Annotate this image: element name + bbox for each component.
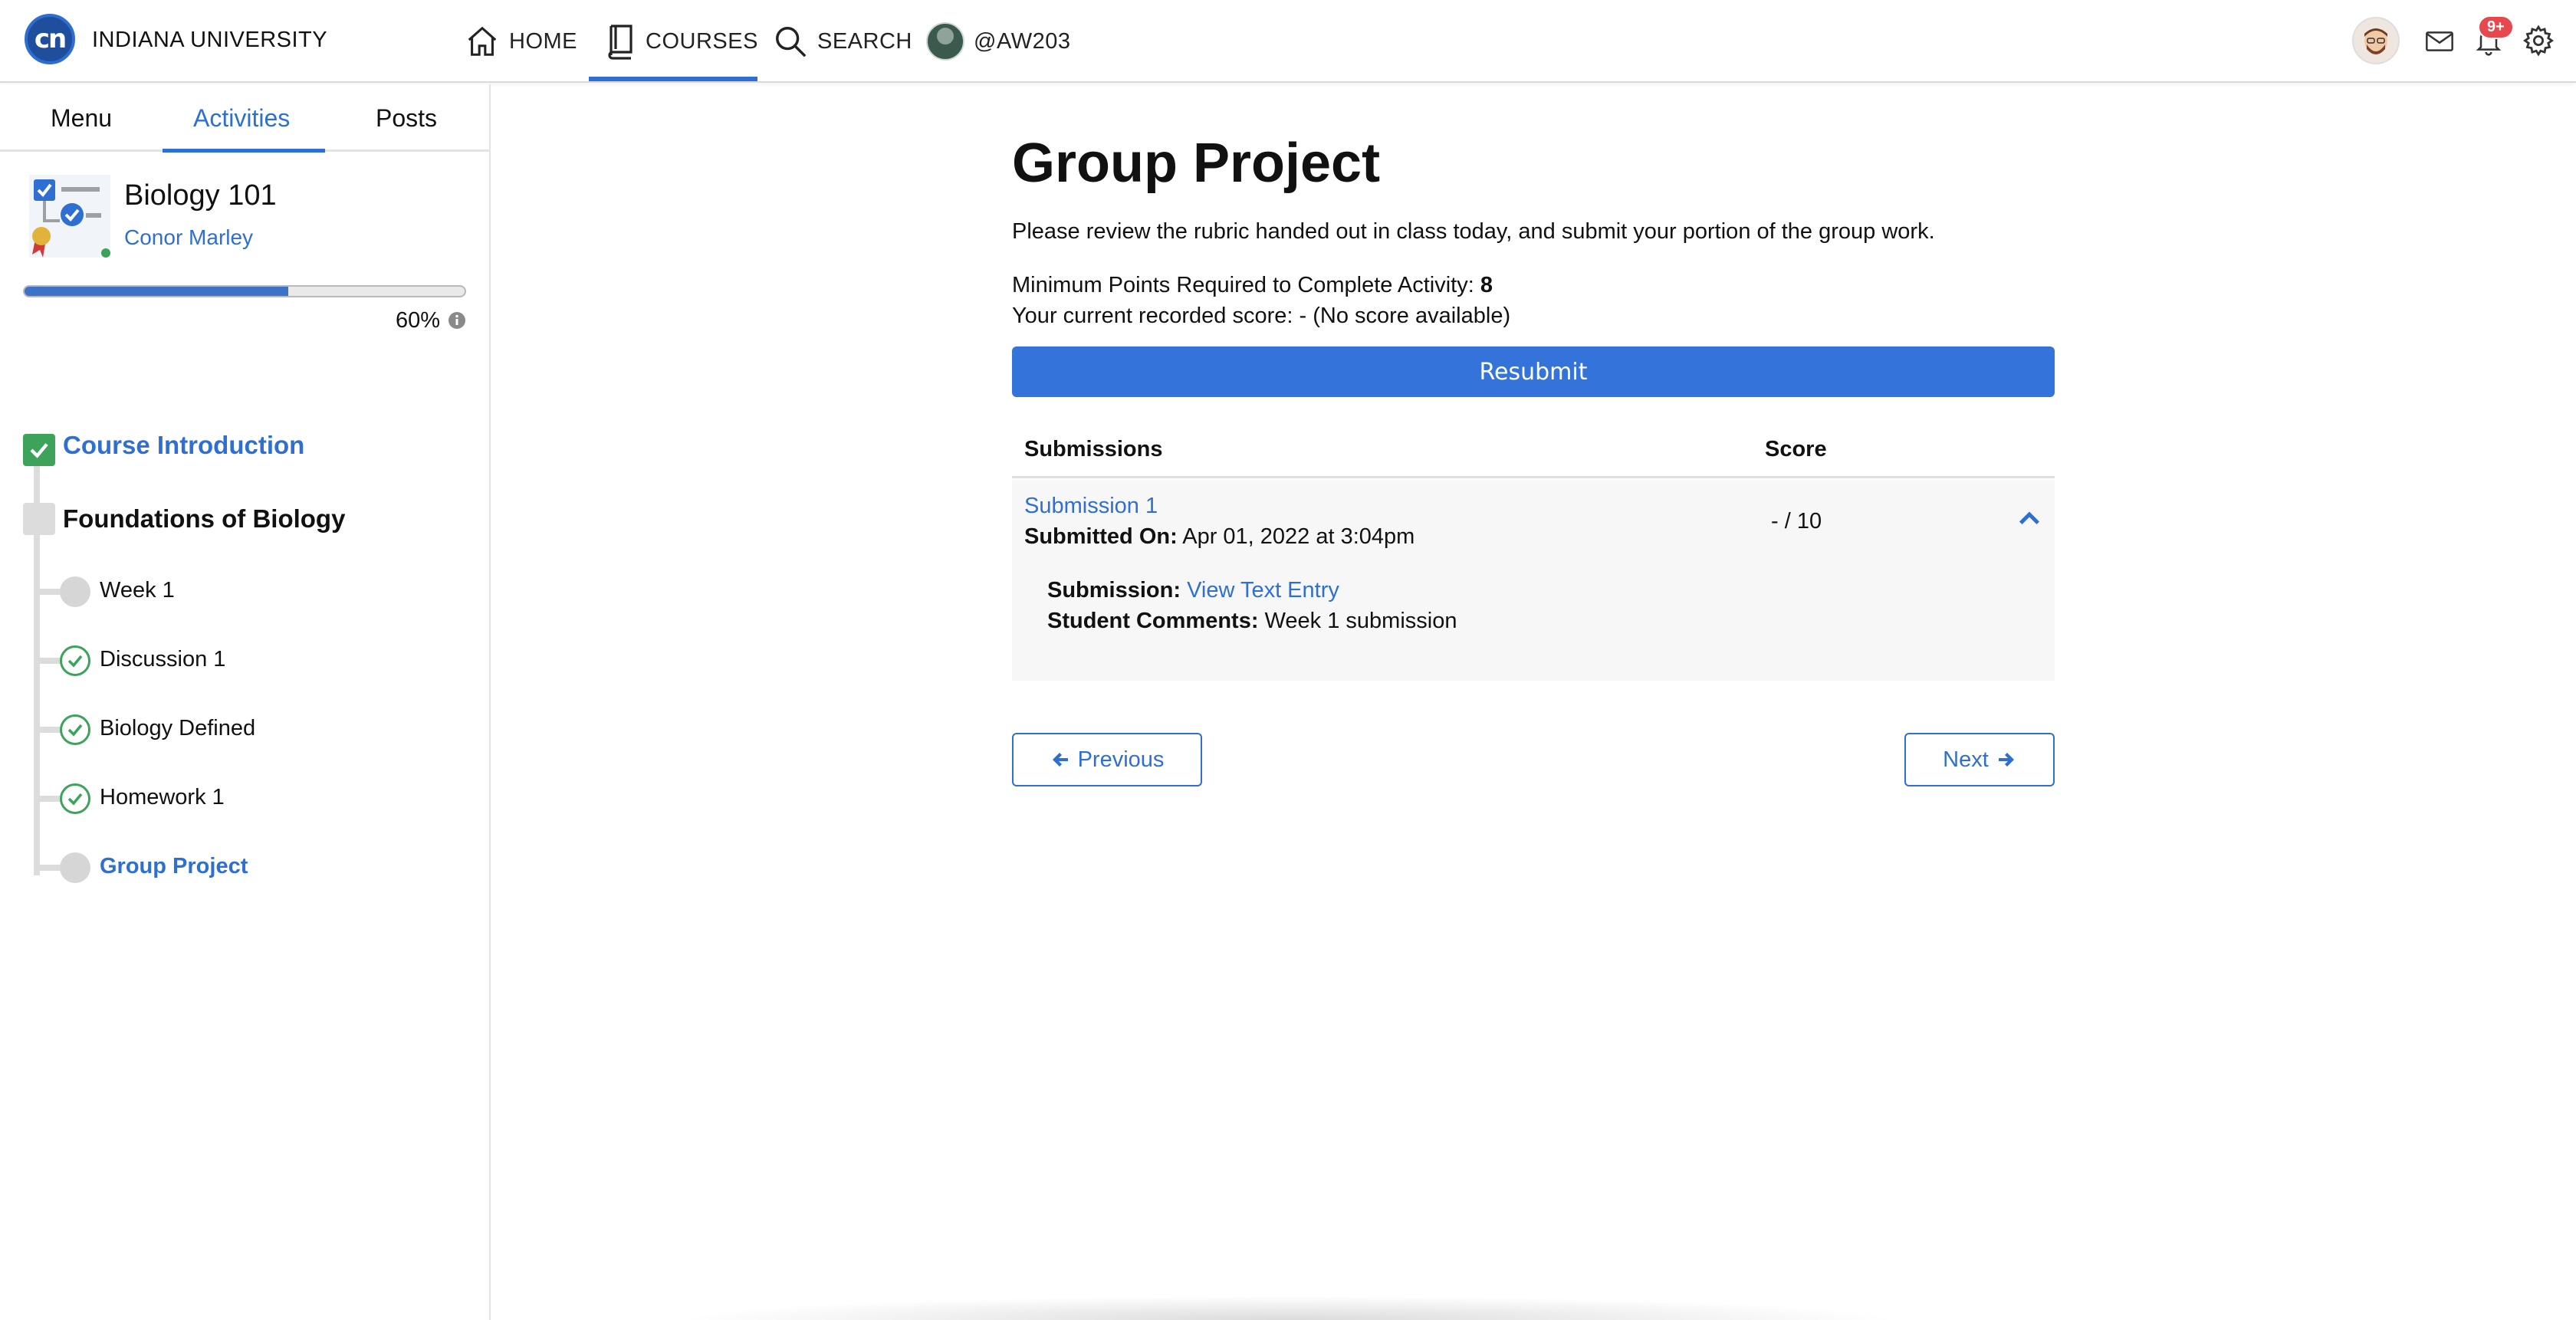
nav-user-label: @AW203 [974,28,1071,54]
student-comments-label: Student Comments: [1047,609,1259,633]
nav-search-label: SEARCH [817,28,912,54]
nav-courses[interactable]: COURSES [604,18,758,64]
org-name: INDIANA UNIVERSITY [92,28,328,52]
resubmit-button[interactable]: Resubmit [1012,346,2055,397]
mail-icon[interactable] [2424,28,2455,55]
chevron-up-icon[interactable] [2018,511,2041,526]
current-score: Your current recorded score: - (No score… [1012,304,1511,328]
submitted-on-label: Submitted On: [1024,524,1178,549]
view-text-entry-link[interactable]: View Text Entry [1187,578,1339,603]
tab-active-indicator [163,149,325,153]
activity-item-discussion-1[interactable]: Discussion 1 [100,647,225,672]
arrow-right-icon [1998,753,2014,767]
submitted-on-value: Apr 01, 2022 at 3:04pm [1182,524,1415,549]
logo-text: cn [34,24,67,54]
book-icon [608,25,632,60]
course-sidebar: Menu Activities Posts Biology 101 Conor … [0,84,491,1320]
section-course-introduction[interactable]: Course Introduction [63,431,304,460]
check-icon [30,443,48,458]
submissions-table-header: Submissions Score [1012,422,2055,478]
complete-check-icon [60,645,90,676]
top-navigation-bar: cn INDIANA UNIVERSITY HOME COURSES SEARC… [0,0,2576,83]
previous-button[interactable]: Previous [1012,733,1202,786]
bottom-shadow [675,1295,1901,1320]
nav-search[interactable]: SEARCH [773,18,912,64]
course-title: Biology 101 [124,179,277,212]
course-checklist-icon [29,175,110,258]
section-foundations-of-biology[interactable]: Foundations of Biology [63,504,345,534]
logo[interactable]: cn [25,14,75,64]
gear-icon[interactable] [2522,25,2555,57]
next-button[interactable]: Next [1904,733,2055,786]
nav-home-label: HOME [509,28,577,54]
tab-posts[interactable]: Posts [376,104,437,133]
student-comments-value: Week 1 submission [1264,609,1457,633]
column-header-submissions: Submissions [1024,437,1163,461]
progress-label: 60% [396,308,441,333]
submission-row: Submission 1 Submitted On: Apr 01, 2022 … [1012,480,2055,681]
nav-home[interactable]: HOME [465,18,577,64]
user-avatar-icon [926,22,964,61]
submission-entry-label: Submission: [1047,578,1181,603]
progress-fill [25,287,289,296]
nav-active-indicator [589,77,757,81]
profile-avatar[interactable] [2352,17,2400,64]
complete-check-icon [60,783,90,814]
course-owner-link[interactable]: Conor Marley [124,225,253,250]
arrow-left-icon [1052,753,1068,767]
activity-item-week-1[interactable]: Week 1 [100,578,175,603]
activity-item-group-project[interactable]: Group Project [100,854,248,879]
complete-check-icon [60,714,90,745]
tab-activities[interactable]: Activities [193,104,290,133]
previous-label: Previous [1077,747,1165,772]
minimum-points-value: 8 [1480,273,1493,297]
sidebar-tabs: Menu Activities Posts [0,84,489,153]
minimum-points-label: Minimum Points Required to Complete Acti… [1012,273,1474,297]
next-label: Next [1943,747,1989,772]
submission-entry: Submission: View Text Entry [1047,578,1339,603]
submission-link[interactable]: Submission 1 [1024,494,1158,519]
activity-item-biology-defined[interactable]: Biology Defined [100,716,255,741]
info-icon[interactable] [448,311,466,330]
notification-badge: 9+ [2478,15,2514,39]
minimum-points: Minimum Points Required to Complete Acti… [1012,273,1493,298]
submission-score: - / 10 [1771,509,1822,534]
student-comments: Student Comments: Week 1 submission [1047,609,1457,634]
activity-item-homework-1[interactable]: Homework 1 [100,785,225,810]
home-icon [468,26,497,56]
page-title: Group Project [1012,133,1381,194]
nav-user-profile[interactable]: @AW203 [926,18,1070,64]
tab-menu[interactable]: Menu [51,104,112,133]
avatar-face-icon [2364,28,2387,54]
section-incomplete-box [23,503,55,535]
column-header-score: Score [1765,437,1827,461]
section-complete-check [23,434,55,466]
nav-courses-label: COURSES [646,28,758,54]
activity-description: Please review the rubric handed out in c… [1012,219,1935,244]
incomplete-dot-icon [60,852,90,883]
incomplete-dot-icon [60,576,90,607]
search-icon [776,27,807,57]
submitted-on: Submitted On: Apr 01, 2022 at 3:04pm [1024,524,1414,550]
course-progress-bar [23,285,466,297]
